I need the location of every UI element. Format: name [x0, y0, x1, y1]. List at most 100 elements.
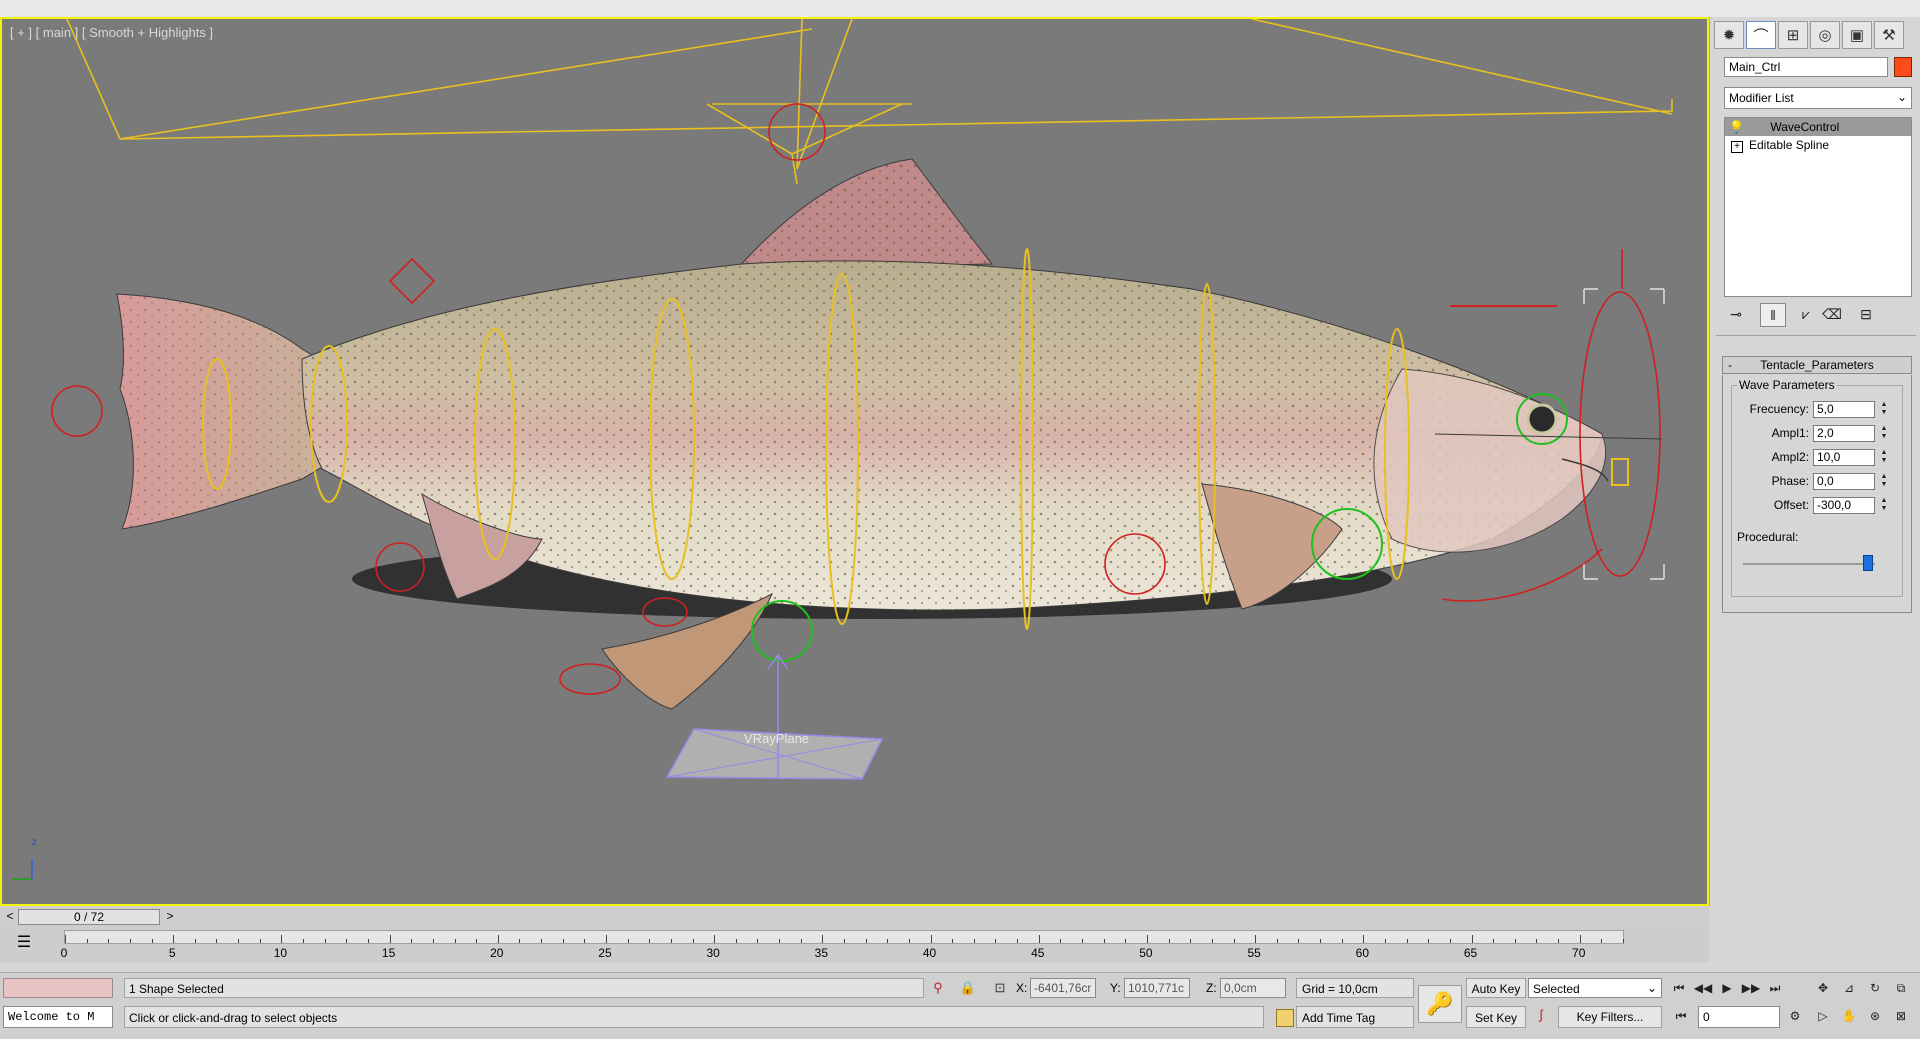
maxscript-listener-output[interactable]: [3, 978, 113, 998]
spinner-arrows-icon[interactable]: ▲ ▼: [1879, 473, 1889, 490]
key-filters-button[interactable]: Key Filters...: [1558, 1006, 1662, 1028]
offset-spinner[interactable]: -300,0: [1813, 497, 1875, 514]
isolate-icon[interactable]: ⚲: [928, 978, 948, 998]
x-coordinate-field[interactable]: -6401,76cr: [1030, 978, 1096, 998]
track-tick-label: 50: [1139, 946, 1153, 960]
make-unique-icon[interactable]: ⩗: [1794, 303, 1818, 325]
go-to-end-icon[interactable]: ⏭: [1764, 978, 1786, 998]
previous-frame-icon[interactable]: ◀◀: [1692, 978, 1714, 998]
vrayplane-label: VRayPlane: [744, 731, 810, 746]
track-tick-label: 35: [814, 946, 829, 960]
key-mode-toggle-icon[interactable]: ⏮: [1670, 1006, 1692, 1026]
axis-z-label: z: [32, 837, 37, 848]
go-to-start-icon[interactable]: ⏮: [1668, 978, 1690, 998]
track-tick-label: 5: [168, 946, 176, 960]
current-frame-field[interactable]: 0: [1698, 1006, 1780, 1028]
time-slider-bar: < 0 / 72 >: [0, 906, 1709, 926]
param-label: Frecuency:: [1749, 402, 1809, 416]
spinner-arrows-icon[interactable]: ▲ ▼: [1879, 425, 1889, 442]
ampl1-spinner[interactable]: 2,0: [1813, 425, 1875, 442]
spinner-arrows-icon[interactable]: ▲ ▼: [1879, 401, 1889, 418]
next-frame-icon[interactable]: ▶▶: [1740, 978, 1762, 998]
remove-modifier-icon[interactable]: ⌫: [1820, 303, 1844, 325]
z-coordinate-field[interactable]: 0,0cm: [1220, 978, 1286, 998]
next-frame-button[interactable]: >: [162, 909, 178, 925]
status-bar: Welcome to M 1 Shape Selected Click or c…: [0, 972, 1920, 1039]
time-config-icon[interactable]: ⚙: [1784, 1006, 1806, 1026]
utilities-tab-icon[interactable]: ⚒: [1874, 21, 1904, 49]
track-tick-label: 70: [1572, 946, 1586, 960]
perspective-viewport[interactable]: [ + ] [ main ] [ Smooth + Highlights ] V…: [0, 17, 1709, 906]
track-tick-label: 30: [706, 946, 720, 960]
procedural-slider-track[interactable]: [1743, 563, 1875, 565]
field-of-view-icon[interactable]: ▷: [1812, 1006, 1834, 1026]
track-tick-label: 10: [273, 946, 288, 960]
set-key-button[interactable]: Set Key: [1466, 1006, 1526, 1028]
add-time-tag[interactable]: Add Time Tag: [1296, 1006, 1414, 1028]
maximize-viewport-icon[interactable]: ⧉: [1890, 978, 1912, 998]
procedural-slider-thumb[interactable]: [1863, 555, 1874, 571]
divider: [1716, 335, 1916, 336]
hierarchy-tab-icon[interactable]: ⊞: [1778, 21, 1808, 49]
lightbulb-icon[interactable]: 💡: [1729, 118, 1744, 136]
min-max-toggle-icon[interactable]: ⊠: [1890, 1006, 1912, 1026]
arc-rotate-icon[interactable]: ⊛: [1864, 1006, 1886, 1026]
show-end-result-icon[interactable]: ‖: [1760, 303, 1786, 327]
track-tick-label: 20: [490, 946, 504, 960]
time-slider[interactable]: 0 / 72: [18, 909, 160, 925]
chevron-down-icon: ⌄: [1896, 90, 1907, 104]
y-coordinate-field[interactable]: 1010,771c: [1124, 978, 1190, 998]
prev-frame-button[interactable]: <: [2, 909, 18, 925]
time-tag-icon[interactable]: [1276, 1009, 1294, 1027]
rollout-header[interactable]: - Tentacle_Parameters: [1722, 356, 1912, 374]
scene-render[interactable]: [2, 19, 1707, 904]
maxscript-listener-input[interactable]: Welcome to M: [3, 1006, 113, 1028]
set-key-icon[interactable]: 🔑: [1418, 985, 1462, 1023]
collapse-icon[interactable]: -: [1728, 357, 1732, 373]
modify-tab-icon[interactable]: ⌒: [1746, 21, 1776, 49]
chevron-down-icon: ⌄: [1646, 981, 1657, 995]
param-label: Ampl1:: [1771, 426, 1809, 440]
expand-plus-icon[interactable]: +: [1731, 141, 1743, 153]
modifier-stack[interactable]: 💡 WaveControl + Editable Spline: [1724, 117, 1912, 297]
track-bar[interactable]: ☰ 0 5 10 15 20 25 30 35 40 45 50 55 60 65 70: [0, 926, 1709, 962]
spinner-arrows-icon[interactable]: ▲ ▼: [1879, 449, 1889, 466]
selection-set-dropdown[interactable]: Selected ⌄: [1528, 978, 1662, 998]
motion-tab-icon[interactable]: ◎: [1810, 21, 1840, 49]
stack-item-label: Editable Spline: [1749, 138, 1830, 152]
top-strip: [0, 0, 1920, 18]
selection-status: 1 Shape Selected: [124, 978, 924, 998]
key-mode-icon[interactable]: ∫: [1530, 1007, 1552, 1027]
pan-icon[interactable]: ✋: [1838, 1006, 1860, 1026]
phase-spinner[interactable]: 0,0: [1813, 473, 1875, 490]
ampl2-spinner[interactable]: 10,0: [1813, 449, 1875, 466]
spinner-arrows-icon[interactable]: ▲ ▼: [1879, 497, 1889, 514]
axis-tripod: [12, 859, 33, 880]
create-tab-icon[interactable]: ✹: [1714, 21, 1744, 49]
modifier-list-label: Modifier List: [1729, 91, 1794, 105]
auto-key-button[interactable]: Auto Key: [1466, 978, 1526, 998]
play-icon[interactable]: ▶: [1716, 978, 1738, 998]
pin-stack-icon[interactable]: ⊸: [1724, 303, 1748, 325]
track-tick-label: 15: [381, 946, 396, 960]
modifier-list-dropdown[interactable]: Modifier List ⌄: [1724, 87, 1912, 109]
orbit-icon[interactable]: ↻: [1864, 978, 1886, 998]
object-color-swatch[interactable]: [1894, 57, 1912, 77]
absolute-mode-icon[interactable]: ⊡: [990, 978, 1010, 998]
configure-sets-icon[interactable]: ⊟: [1854, 303, 1878, 325]
x-label: X:: [1016, 981, 1028, 995]
zoom-icon[interactable]: ✥: [1812, 978, 1834, 998]
y-label: Y:: [1110, 981, 1121, 995]
zoom-all-icon[interactable]: ⊿: [1838, 978, 1860, 998]
frecuency-spinner[interactable]: 5,0: [1813, 401, 1875, 418]
rollout-body: Wave Parameters Frecuency: 5,0 ▲ ▼ Ampl1:…: [1722, 375, 1912, 613]
track-tick-label: 65: [1463, 946, 1478, 960]
lock-selection-icon[interactable]: 🔒: [958, 978, 978, 998]
stack-item-editable-spline[interactable]: + Editable Spline: [1725, 136, 1911, 154]
param-label: Offset:: [1773, 498, 1809, 512]
display-tab-icon[interactable]: ▣: [1842, 21, 1872, 49]
stack-item-wavecontrol[interactable]: 💡 WaveControl: [1725, 118, 1911, 136]
object-name-field[interactable]: Main_Ctrl: [1724, 57, 1888, 77]
stack-toolbar: ⊸ ‖ ⩗ ⌫ ⊟: [1724, 303, 1912, 329]
curve-editor-icon[interactable]: ☰: [10, 932, 38, 954]
